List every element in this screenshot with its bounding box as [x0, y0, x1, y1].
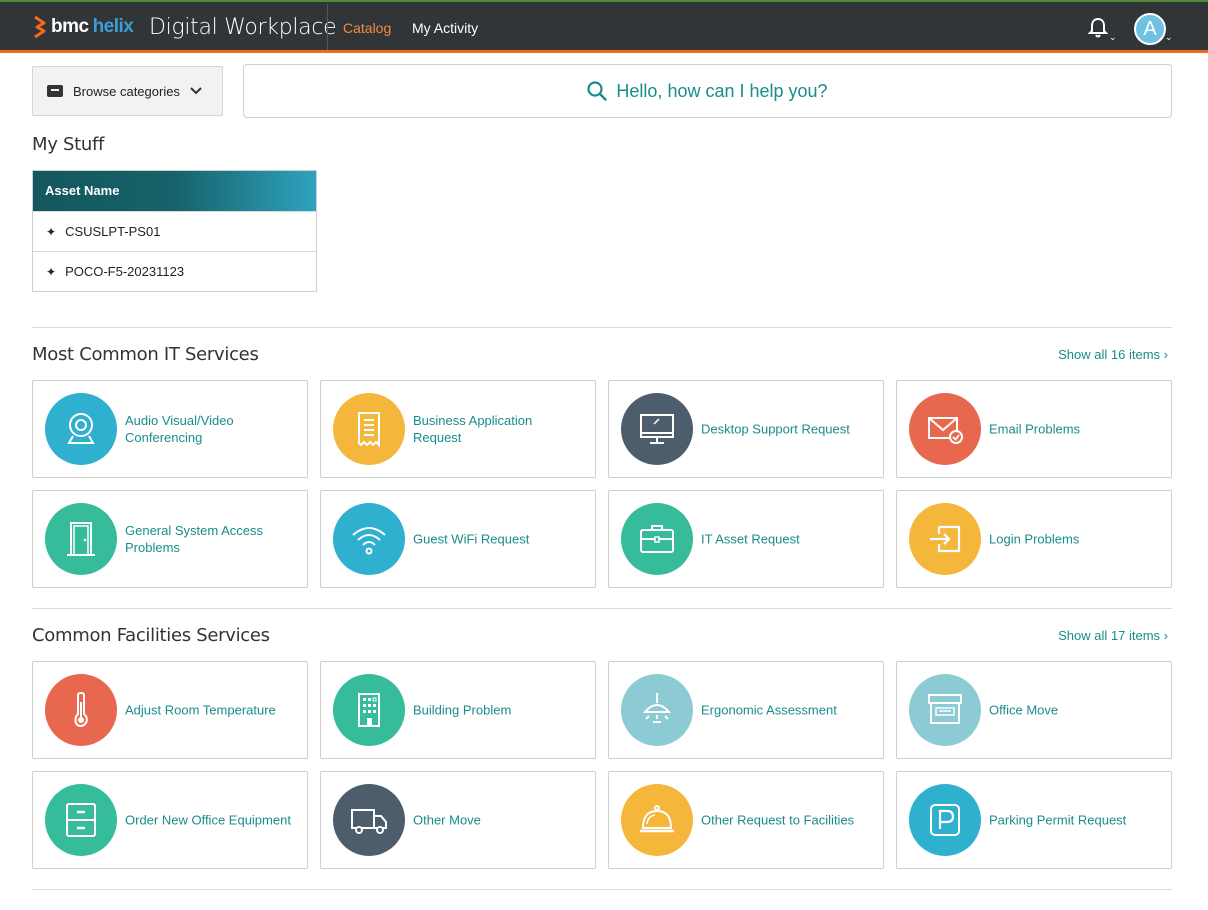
chevron-right-icon: ›	[1163, 347, 1168, 362]
asset-name: CSUSLPT-PS01	[65, 224, 161, 239]
service-card-it-asset[interactable]: IT Asset Request	[608, 490, 884, 588]
service-card-business-application[interactable]: Business Application Request	[320, 380, 596, 478]
service-card-ergonomic-assessment[interactable]: Ergonomic Assessment	[608, 661, 884, 759]
truck-icon	[333, 784, 405, 856]
service-label: Building Problem	[413, 702, 512, 718]
asset-name: POCO-F5-20231123	[65, 264, 185, 279]
service-card-order-new-office-equipment[interactable]: Order New Office Equipment	[32, 771, 308, 869]
email-icon	[909, 393, 981, 465]
bmc-helix-logo[interactable]: bmc helix	[33, 15, 134, 39]
door-icon	[45, 503, 117, 575]
facilities-services-title: Common Facilities Services	[32, 625, 270, 646]
service-card-other-move[interactable]: Other Move	[320, 771, 596, 869]
logo-helix-text: helix	[92, 16, 134, 37]
nav-my-activity[interactable]: My Activity	[412, 20, 478, 36]
nav-catalog[interactable]: Catalog	[343, 20, 391, 36]
service-card-other-request-to-facilities[interactable]: Other Request to Facilities	[608, 771, 884, 869]
facilities-show-all-link[interactable]: Show all 17 items ›	[1058, 628, 1168, 643]
wifi-icon	[333, 503, 405, 575]
inbox-icon	[47, 85, 63, 97]
monitor-icon	[621, 393, 693, 465]
asset-row[interactable]: ✦ CSUSLPT-PS01	[33, 211, 316, 251]
service-label: Login Problems	[989, 531, 1080, 547]
it-services-title: Most Common IT Services	[32, 344, 259, 365]
service-label: Order New Office Equipment	[125, 812, 291, 828]
chevron-down-icon	[190, 87, 202, 95]
service-card-general-system-access[interactable]: General System Access Problems	[32, 490, 308, 588]
user-avatar[interactable]: A	[1134, 13, 1166, 45]
it-services-show-all-link[interactable]: Show all 16 items ›	[1058, 347, 1168, 362]
asset-star-icon: ✦	[46, 224, 57, 239]
service-bell-icon	[621, 784, 693, 856]
bell-chevron-down-icon[interactable]: ⌄	[1109, 32, 1117, 43]
app-title: Digital Workplace	[149, 15, 337, 40]
receipt-icon	[333, 393, 405, 465]
service-card-desktop-support[interactable]: Desktop Support Request	[608, 380, 884, 478]
webcam-icon	[45, 393, 117, 465]
thermometer-icon	[45, 674, 117, 746]
search-icon	[587, 81, 608, 101]
cabinet-icon	[45, 784, 117, 856]
asset-name-header: Asset Name	[33, 171, 316, 211]
service-label: Other Move	[413, 812, 481, 828]
building-icon	[333, 674, 405, 746]
browse-categories-label: Browse categories	[73, 83, 180, 99]
service-card-adjust-room-temperature[interactable]: Adjust Room Temperature	[32, 661, 308, 759]
service-label: Parking Permit Request	[989, 812, 1127, 828]
section-divider	[32, 889, 1172, 890]
service-card-login-problems[interactable]: Login Problems	[896, 490, 1172, 588]
login-icon	[909, 503, 981, 575]
service-card-building-problem[interactable]: Building Problem	[320, 661, 596, 759]
show-all-label: Show all 16 items	[1058, 347, 1161, 362]
my-stuff-title: My Stuff	[32, 134, 105, 155]
notification-bell-icon[interactable]	[1086, 16, 1110, 40]
my-stuff-table: Asset Name ✦ CSUSLPT-PS01 ✦ POCO-F5-2023…	[32, 170, 317, 292]
box-icon	[909, 674, 981, 746]
search-placeholder: Hello, how can I help you?	[616, 80, 828, 101]
service-card-parking-permit[interactable]: Parking Permit Request	[896, 771, 1172, 869]
top-header: bmc helix Digital Workplace Catalog My A…	[0, 0, 1208, 53]
search-input[interactable]: Hello, how can I help you?	[243, 64, 1172, 118]
browse-categories-button[interactable]: Browse categories	[32, 66, 223, 116]
service-label: IT Asset Request	[701, 531, 800, 547]
service-card-office-move[interactable]: Office Move	[896, 661, 1172, 759]
briefcase-icon	[621, 503, 693, 575]
service-card-guest-wifi[interactable]: Guest WiFi Request	[320, 490, 596, 588]
service-label: Email Problems	[989, 421, 1081, 437]
service-label: Office Move	[989, 702, 1059, 718]
lamp-icon	[621, 674, 693, 746]
service-label: Desktop Support Request	[701, 421, 850, 437]
service-label: Adjust Room Temperature	[125, 702, 276, 718]
section-divider	[32, 608, 1172, 609]
header-divider	[327, 4, 328, 50]
service-label: General System Access Problems	[125, 523, 263, 555]
service-card-audio-visual[interactable]: Audio Visual/Video Conferencing	[32, 380, 308, 478]
service-label: Ergonomic Assessment	[701, 702, 837, 718]
section-divider	[32, 327, 1172, 328]
avatar-chevron-down-icon[interactable]: ⌄	[1165, 32, 1173, 43]
parking-icon	[909, 784, 981, 856]
chevron-right-icon: ›	[1163, 628, 1168, 643]
show-all-label: Show all 17 items	[1058, 628, 1161, 643]
service-label: Audio Visual/Video Conferencing	[125, 413, 234, 445]
service-label: Other Request to Facilities	[701, 812, 855, 828]
asset-row[interactable]: ✦ POCO-F5-20231123	[33, 251, 316, 291]
asset-star-icon: ✦	[46, 264, 57, 279]
service-card-email-problems[interactable]: Email Problems	[896, 380, 1172, 478]
service-label: Business Application Request	[413, 413, 533, 445]
service-label: Guest WiFi Request	[413, 531, 530, 547]
logo-bmc-text: bmc	[51, 16, 89, 37]
bmc-logo-icon	[34, 15, 46, 39]
